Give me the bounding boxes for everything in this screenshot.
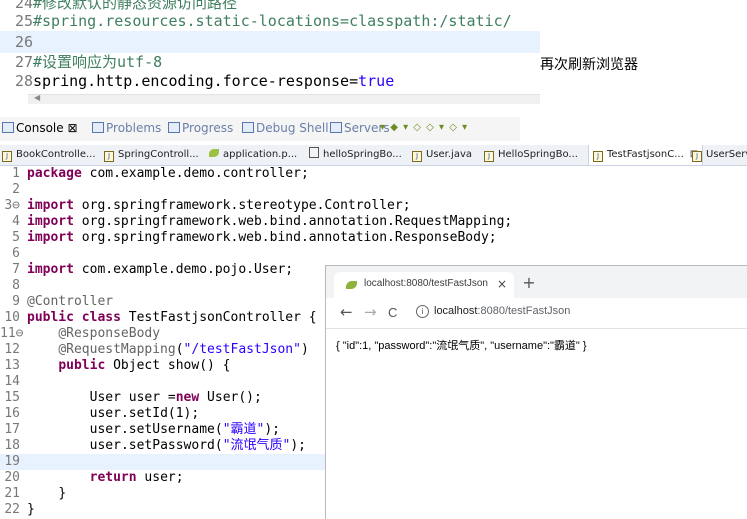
url-text: localhost:8080/testFastJson [434, 305, 571, 317]
close-icon[interactable]: ⊠ [67, 121, 77, 135]
properties-line-28: 28spring.http.encoding.force-response=tr… [14, 72, 395, 90]
tab-debug-shell[interactable]: Debug Shell [242, 121, 329, 135]
java-file-icon: J [692, 151, 702, 162]
browser-window: localhost:8080/testFastJson × + ← → C i … [325, 265, 747, 519]
tab-problems[interactable]: Problems [92, 121, 161, 135]
info-icon[interactable]: i [416, 305, 429, 318]
debug-shell-icon [242, 122, 254, 133]
tab-user-service[interactable]: JUserServi [692, 145, 747, 165]
java-file-icon: J [484, 151, 494, 162]
java-file-icon: J [2, 151, 12, 162]
browser-tab-strip: localhost:8080/testFastJson × + [326, 266, 747, 298]
servers-icon [330, 122, 342, 133]
code-line: 2 [12, 182, 20, 197]
tab-spring-controller[interactable]: J SpringControll... [104, 145, 199, 165]
java-file-icon: J [593, 151, 603, 162]
tab-hello-spring-boot-html[interactable]: helloSpringBo... [309, 145, 402, 165]
horizontal-scrollbar[interactable]: ◀ [28, 93, 540, 104]
close-icon[interactable]: × [497, 277, 507, 291]
tab-book-controller[interactable]: J BookControlle... [2, 145, 96, 165]
properties-line-26: 26 [0, 31, 540, 53]
tab-hello-spring-boot[interactable]: J HelloSpringBo... [484, 145, 578, 165]
tab-application-properties[interactable]: application.p... [209, 145, 297, 165]
code-line: 3⊖ import org.springframework.stereotype.… [4, 198, 411, 213]
browser-tab-title: localhost:8080/testFastJson [364, 278, 488, 289]
spring-leaf-icon [209, 149, 219, 157]
browser-content: { "id":1, "password":"流氓气质", "username":… [326, 328, 747, 519]
java-file-icon: J [412, 151, 422, 162]
html-file-icon [309, 147, 319, 158]
problems-icon [92, 122, 104, 133]
browser-toolbar: ← → C i localhost:8080/testFastJson [326, 298, 747, 328]
console-tab-bar: Console ⊠ Problems Progress Debug Shell … [0, 117, 520, 141]
address-bar[interactable]: i localhost:8080/testFastJson [408, 303, 747, 323]
json-response: { "id":1, "password":"流氓气质", "username":… [336, 340, 587, 352]
reload-button[interactable]: C [388, 305, 397, 320]
back-button[interactable]: ← [340, 303, 353, 321]
code-line: 4 import org.springframework.web.bind.ann… [12, 214, 513, 229]
forward-button[interactable]: → [364, 303, 377, 321]
scroll-left-icon[interactable]: ◀ [34, 93, 40, 102]
editor-tabs: J BookControlle... J SpringControll... app… [0, 145, 747, 166]
tab-user-java[interactable]: J User.java [412, 145, 472, 165]
code-line: 5 import org.springframework.web.bind.ann… [12, 230, 497, 245]
code-line: 6 [12, 246, 20, 261]
progress-icon [168, 122, 180, 133]
console-icon [2, 122, 14, 133]
spring-leaf-icon [346, 281, 357, 289]
properties-line-25: 25#spring.resources.static-locations=cla… [14, 12, 512, 30]
properties-editor[interactable]: 24#修改默认的静态资源访问路径 25#spring.resources.sta… [0, 0, 540, 104]
annotation-note: 再次刷新浏览器 [540, 57, 638, 73]
browser-tab[interactable]: localhost:8080/testFastJson × [334, 272, 514, 298]
toolbar-icons[interactable]: ▾ ◆ ▾ ◇ ◇ ▾ ◇ ▾ [380, 122, 468, 133]
new-tab-button[interactable]: + [519, 273, 539, 293]
code-line: 1 package com.example.demo.controller; [12, 166, 309, 181]
tab-progress[interactable]: Progress [168, 121, 233, 135]
tab-console[interactable]: Console ⊠ [2, 121, 78, 135]
java-file-icon: J [104, 151, 114, 162]
tab-test-fastjson-controller[interactable]: JTestFastjsonC...⊠ [588, 145, 704, 165]
